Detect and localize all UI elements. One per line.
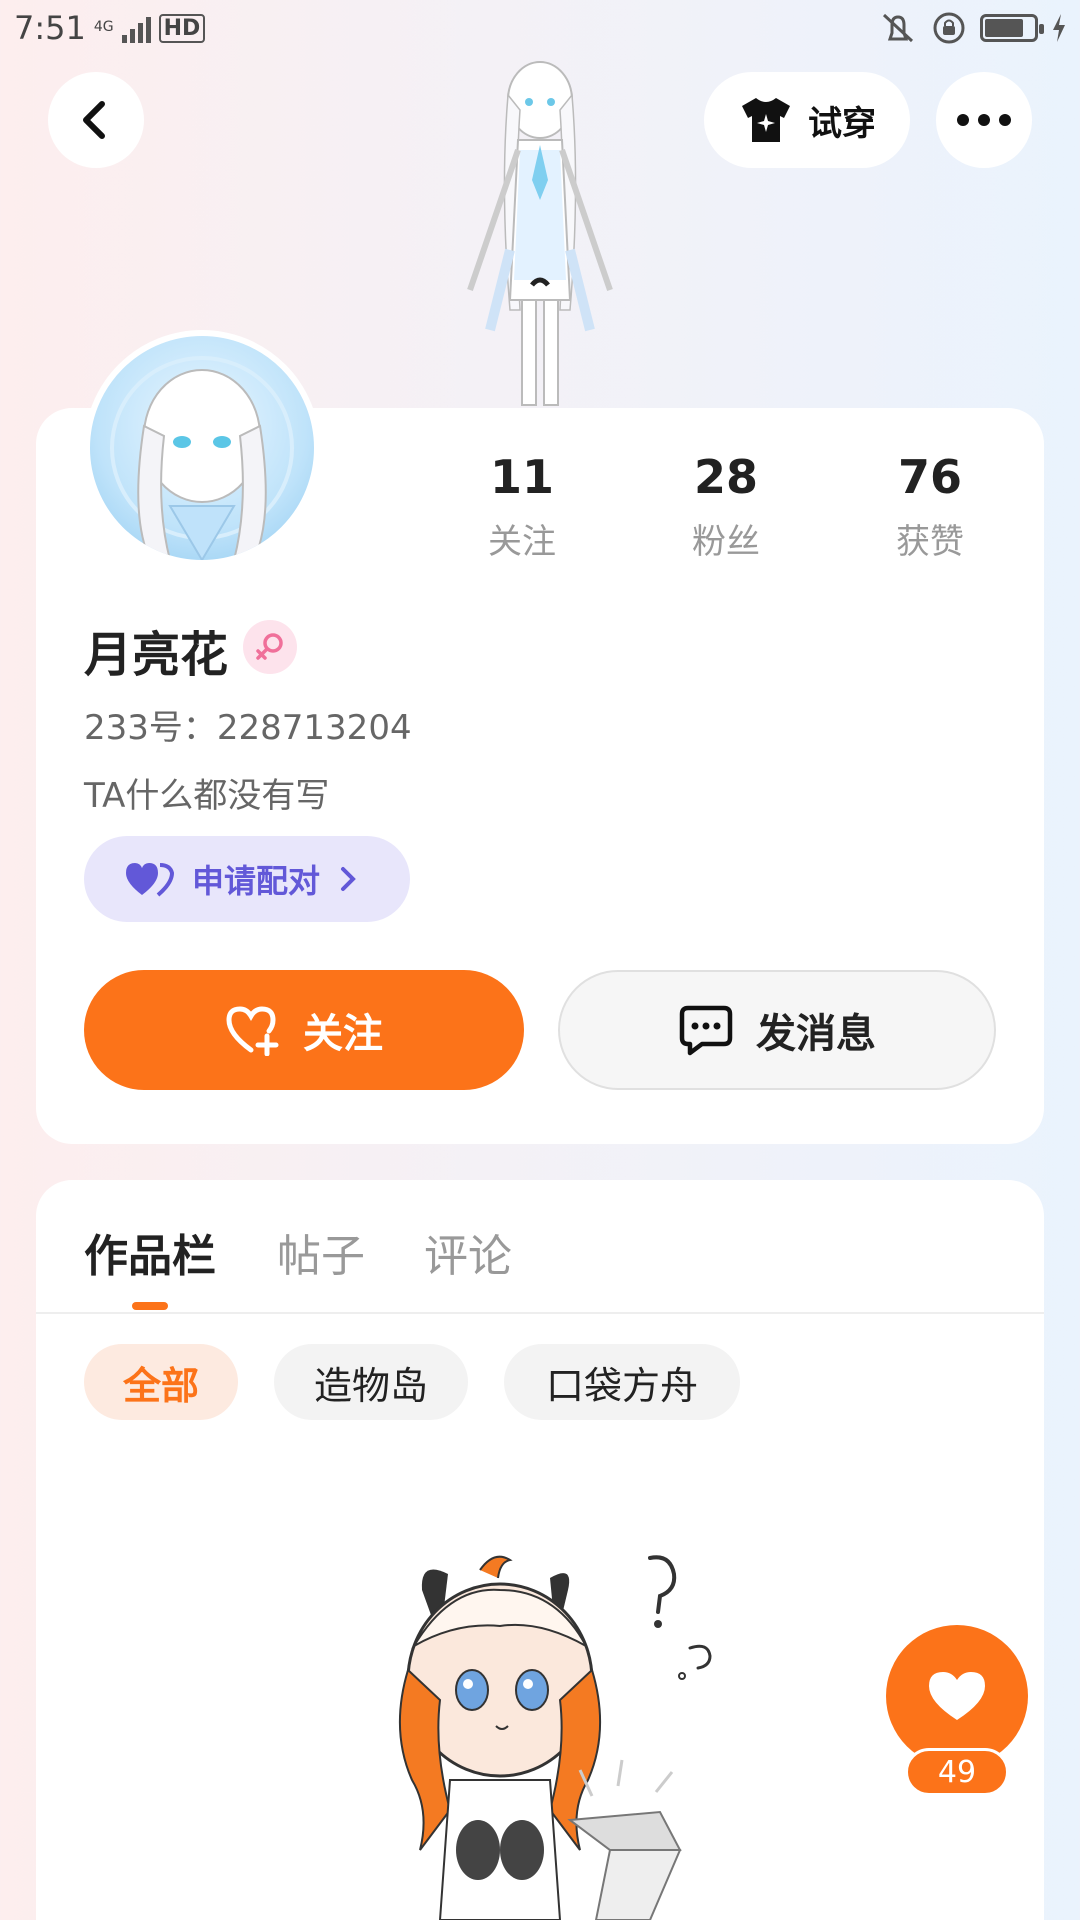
stat-following-label: 关注 [488,522,556,562]
tab-posts[interactable]: 帖子 [277,1220,365,1284]
chevron-right-icon [341,867,356,891]
filter-all[interactable]: 全部 [84,1344,238,1420]
stat-likes[interactable]: 76 获赞 [850,450,1010,563]
user-name: 月亮花 [84,627,229,683]
stat-followers[interactable]: 28 粉丝 [646,450,806,563]
heart-plus-icon [226,1006,279,1056]
avatar-image [110,356,294,560]
stat-followers-value: 28 [693,450,758,504]
like-count-badge: 49 [905,1748,1009,1796]
back-button[interactable] [48,72,144,168]
chat-bubble-icon [679,1005,733,1056]
signal-icon [121,13,151,43]
filter-creation-island[interactable]: 造物岛 [274,1344,468,1420]
status-bar: 7:51 4G HD [0,0,1080,56]
status-time: 7:51 [14,9,86,47]
battery-icon [980,14,1044,42]
heart-icon [929,1672,985,1720]
follow-label: 关注 [303,1011,383,1057]
pair-request-button[interactable]: 申请配对 [84,836,410,922]
rotation-lock-icon [933,12,965,44]
chevron-left-icon [83,101,105,139]
user-id: 233号：228713204 [84,708,412,748]
stat-likes-label: 获赞 [896,522,964,562]
tab-comments[interactable]: 评论 [424,1220,512,1284]
like-button[interactable] [886,1625,1028,1767]
avatar[interactable] [84,330,320,566]
shirt-icon [742,98,790,142]
more-button[interactable] [936,72,1032,168]
pair-request-label: 申请配对 [192,862,321,900]
empty-state-illustration [398,1555,712,1920]
character-model-image [467,61,613,406]
tab-active-indicator [132,1302,168,1310]
tab-works[interactable]: 作品栏 [84,1220,216,1284]
heart-pair-icon [126,863,174,897]
filter-pocket-ark[interactable]: 口袋方舟 [504,1344,740,1420]
stat-followers-label: 粉丝 [692,522,760,562]
vibrate-icon [882,13,914,43]
user-bio: TA什么都没有写 [84,776,330,816]
stat-likes-value: 76 [897,450,962,504]
try-on-button[interactable]: 试穿 [704,72,910,168]
stat-following-value: 11 [489,450,554,504]
female-icon [256,633,283,660]
stat-following[interactable]: 11 关注 [442,450,602,563]
message-label: 发消息 [756,1011,876,1057]
network-label: 4G [93,19,114,35]
try-on-label: 试穿 [808,103,876,144]
hd-label: HD [158,13,206,43]
gender-badge [243,620,297,674]
message-button[interactable]: 发消息 [558,970,996,1090]
follow-button[interactable]: 关注 [84,970,524,1090]
more-dots-icon [957,114,1011,126]
charging-icon [1053,14,1065,42]
tab-divider [36,1312,1044,1314]
